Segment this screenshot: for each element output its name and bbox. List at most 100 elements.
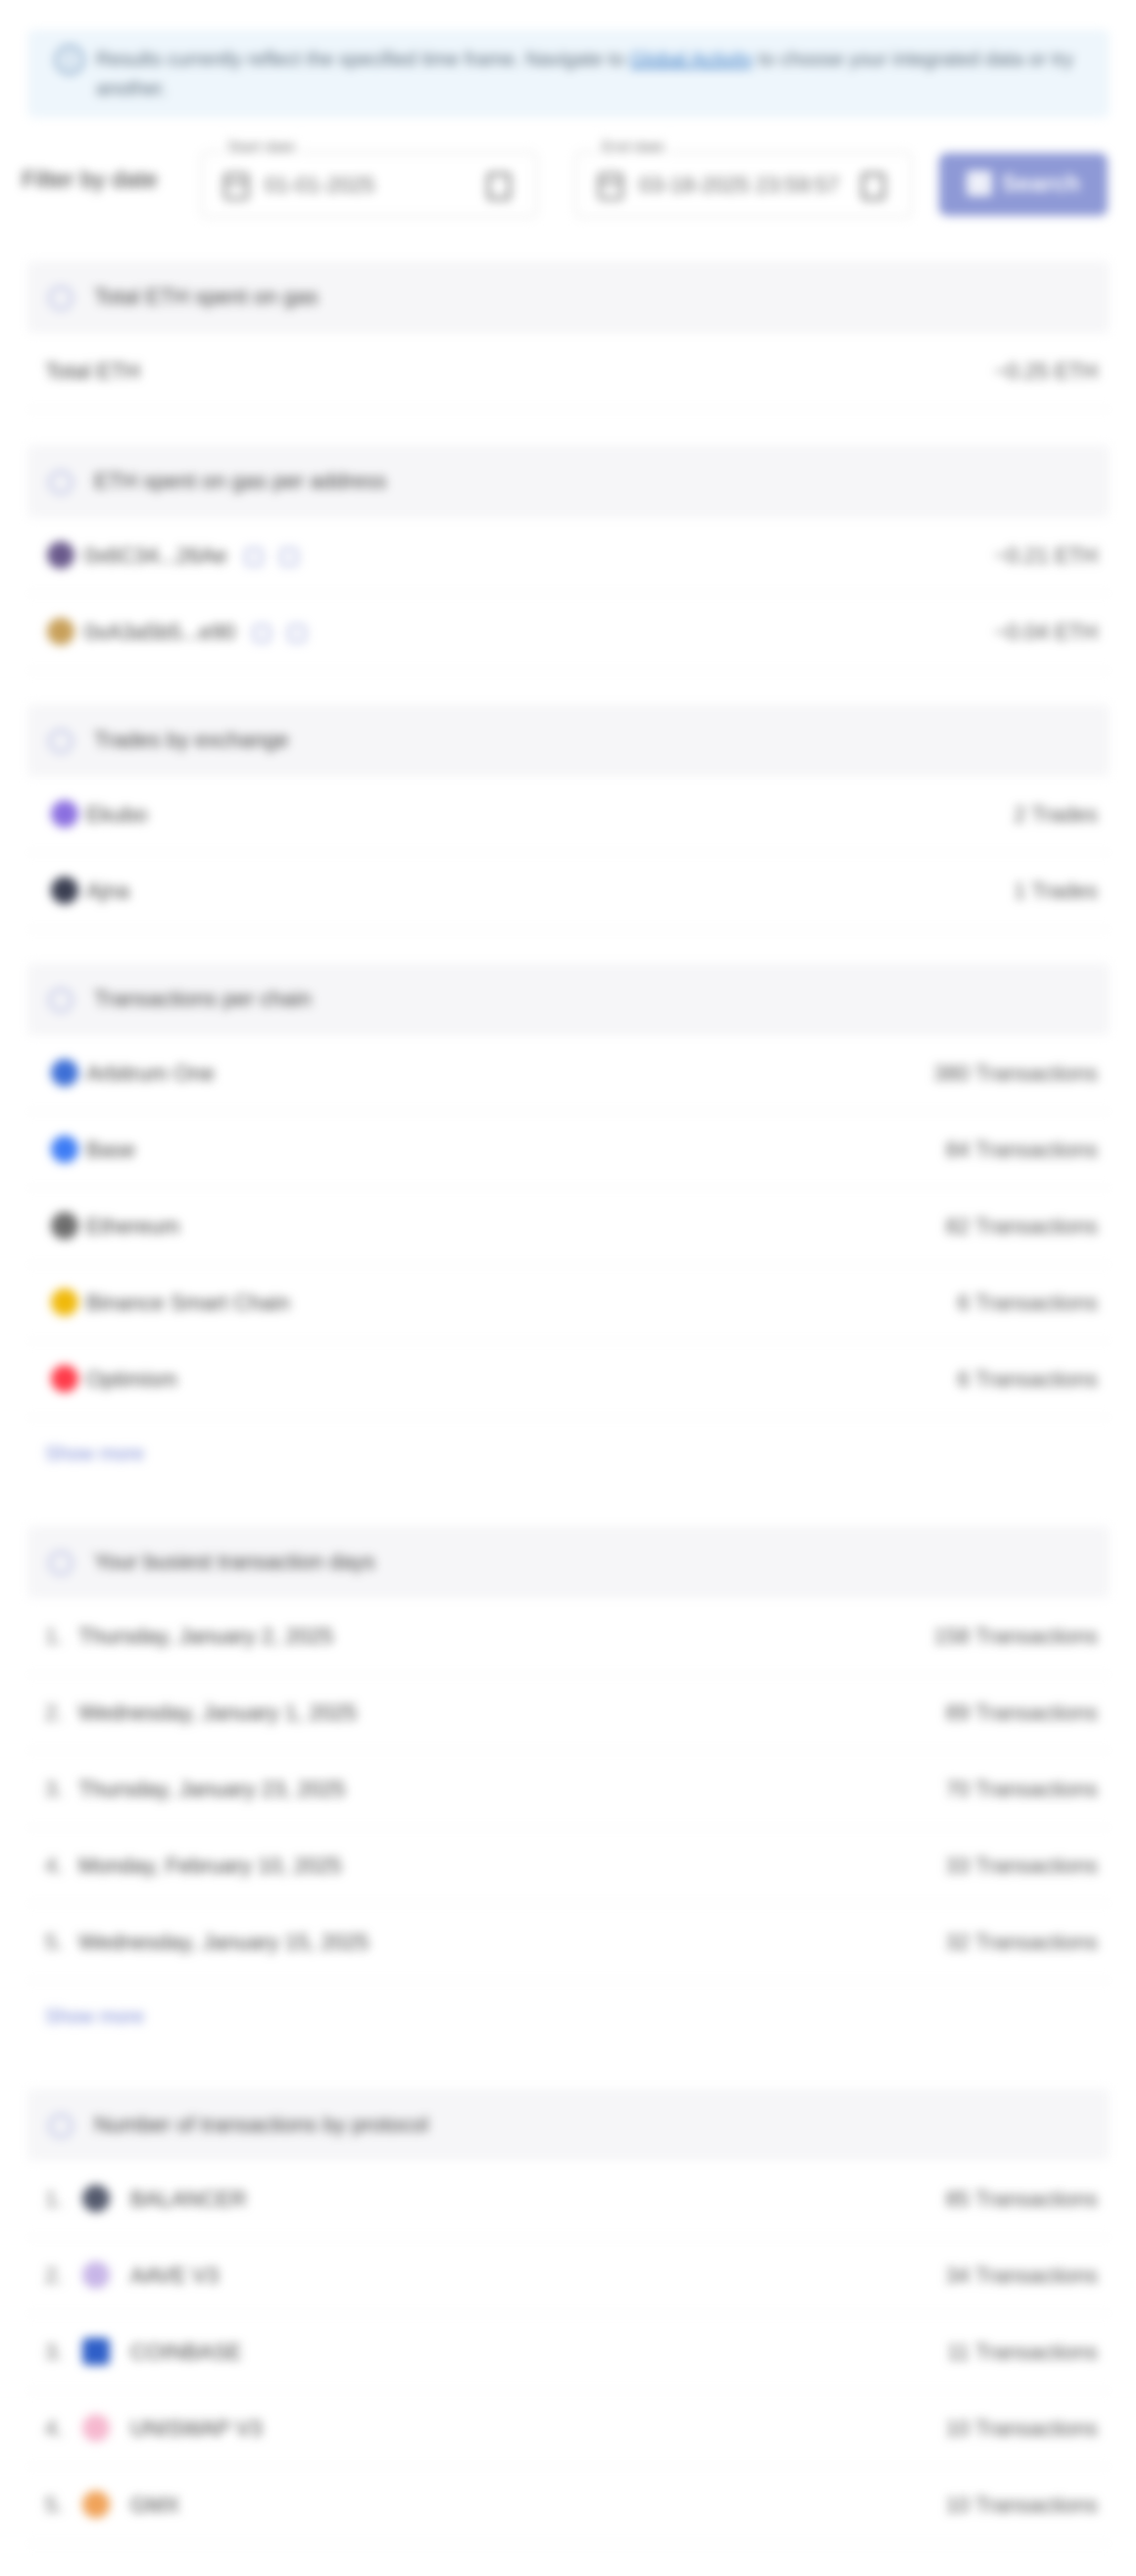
row-value: 158 Transactions bbox=[933, 1624, 1098, 1648]
search-button[interactable]: Search bbox=[939, 153, 1108, 216]
search-button-label: Search bbox=[1002, 171, 1081, 197]
row-value: 6 Transactions bbox=[957, 1367, 1098, 1391]
coinbase-icon bbox=[82, 2338, 110, 2365]
section-header: Trades by exchange bbox=[27, 704, 1110, 777]
protocol-icon bbox=[49, 2114, 73, 2138]
row-value: 380 Transactions bbox=[933, 1061, 1098, 1086]
calendar-icon bbox=[49, 1551, 73, 1575]
address-label: 0x6C34...26Ae bbox=[84, 543, 227, 568]
row-label: Wednesday, January 15, 2025 bbox=[78, 1930, 370, 1954]
row-label: Ajna bbox=[86, 879, 130, 903]
gas-icon bbox=[49, 471, 73, 494]
ajna-icon bbox=[51, 877, 78, 904]
start-date-field[interactable]: Start date 01-01-2025 bbox=[200, 139, 538, 218]
bsc-icon bbox=[51, 1288, 78, 1316]
row-value: 1 Trades bbox=[1013, 879, 1098, 903]
protocols-section: Number of transactions by protocol 1. BA… bbox=[27, 2089, 1110, 2544]
section-header: Total ETH spent on gas bbox=[27, 261, 1110, 333]
section-title: Transactions per chain bbox=[94, 986, 312, 1011]
rank: 2. bbox=[45, 2263, 64, 2288]
uniswap-icon bbox=[82, 2414, 110, 2442]
row-label: Binance Smart Chain bbox=[86, 1290, 290, 1315]
row-label: UNISWAP V3 bbox=[130, 2416, 263, 2441]
end-date-value: 03-18-2025 23:59:57 bbox=[639, 173, 840, 197]
copy-icon[interactable] bbox=[253, 625, 272, 643]
rank: 5. bbox=[45, 2493, 64, 2517]
list-item: 3. COINBASE 11 Transactions bbox=[27, 2314, 1110, 2391]
list-item: 1. BALANCER 85 Transactions bbox=[27, 2161, 1110, 2238]
list-item: Optimism 6 Transactions bbox=[27, 1341, 1110, 1418]
tx-chain-section: Transactions per chain Arbitrum One 380 … bbox=[27, 963, 1110, 1490]
row-value: 10 Transactions bbox=[945, 2416, 1098, 2441]
rank: 1. bbox=[45, 1624, 64, 1648]
section-title: Number of transactions by protocol bbox=[94, 2112, 429, 2137]
gas-per-address-section: ETH spent on gas per address 0x6C34...26… bbox=[27, 445, 1110, 671]
gas-icon bbox=[49, 286, 73, 310]
calendar-icon bbox=[223, 173, 249, 200]
start-date-value: 01-01-2025 bbox=[265, 173, 375, 197]
copy-icon[interactable] bbox=[244, 548, 263, 567]
trades-section: Trades by exchange Ekubo 2 Trades Ajna 1… bbox=[27, 704, 1110, 930]
rank: 2. bbox=[45, 1700, 64, 1725]
row-value: 34 Transactions bbox=[945, 2263, 1098, 2288]
base-icon bbox=[51, 1136, 78, 1163]
list-item: 0xA3a5b5...e90 ~0.04 ETH bbox=[27, 594, 1110, 671]
info-icon: i bbox=[55, 45, 84, 75]
show-more-link[interactable]: Show more bbox=[27, 1981, 1110, 2053]
row-label: Base bbox=[86, 1137, 136, 1162]
arbitrum-icon bbox=[51, 1059, 78, 1086]
list-item: 0x6C34...26Ae ~0.21 ETH bbox=[27, 518, 1110, 594]
list-item: Arbitrum One 380 Transactions bbox=[27, 1035, 1110, 1112]
row-label: AAVE V3 bbox=[130, 2263, 220, 2288]
row-value: 6 Transactions bbox=[957, 1290, 1098, 1315]
list-item: Ekubo 2 Trades bbox=[27, 777, 1110, 853]
row-value: 70 Transactions bbox=[945, 1777, 1098, 1801]
row-value: 82 Transactions bbox=[945, 1214, 1098, 1238]
rank: 4. bbox=[45, 2416, 64, 2441]
end-date-legend: End date bbox=[598, 139, 669, 157]
row-value: 32 Transactions bbox=[945, 1930, 1098, 1954]
filter-label: Filter by date bbox=[22, 167, 158, 193]
row-value: ~0.04 ETH bbox=[994, 620, 1098, 644]
exchange-icon bbox=[49, 730, 73, 753]
ekubo-icon bbox=[51, 800, 78, 828]
row-value: ~0.25 ETH bbox=[994, 359, 1098, 383]
global-activity-link[interactable]: Global Activity bbox=[630, 49, 754, 71]
wallet-avatar bbox=[47, 618, 74, 645]
show-more-link[interactable]: Show more bbox=[27, 1418, 1110, 1490]
list-item: Total ETH ~0.25 ETH bbox=[27, 333, 1110, 410]
external-link-icon[interactable] bbox=[279, 548, 298, 567]
clear-date-icon[interactable] bbox=[487, 173, 511, 200]
list-item: Ethereum 82 Transactions bbox=[27, 1188, 1110, 1265]
row-value: 2 Trades bbox=[1013, 802, 1098, 827]
start-date-legend: Start date bbox=[223, 139, 300, 157]
list-item: 2. Wednesday, January 1, 2025 89 Transac… bbox=[27, 1675, 1110, 1751]
row-label: Ekubo bbox=[86, 802, 148, 827]
list-item: 5. GMX 10 Transactions bbox=[27, 2467, 1110, 2544]
row-label: BALANCER bbox=[130, 2187, 247, 2211]
list-item: 1. Thursday, January 2, 2025 158 Transac… bbox=[27, 1598, 1110, 1675]
list-item: 2. AAVE V3 34 Transactions bbox=[27, 2238, 1110, 2314]
row-value: 84 Transactions bbox=[945, 1137, 1098, 1162]
row-label: COINBASE bbox=[130, 2340, 242, 2364]
rank: 4. bbox=[45, 1853, 64, 1878]
balancer-icon bbox=[82, 2185, 110, 2212]
rank: 5. bbox=[45, 1930, 64, 1954]
section-header: Number of transactions by protocol bbox=[27, 2089, 1110, 2161]
section-title: Trades by exchange bbox=[94, 728, 289, 752]
gas-total-section: Total ETH spent on gas Total ETH ~0.25 E… bbox=[27, 261, 1110, 410]
section-header: Your busiest transaction days bbox=[27, 1526, 1110, 1598]
list-item: Binance Smart Chain 6 Transactions bbox=[27, 1265, 1110, 1341]
section-title: Total ETH spent on gas bbox=[94, 284, 319, 309]
section-header: ETH spent on gas per address bbox=[27, 445, 1110, 518]
page: i Results currently reflect the specifie… bbox=[0, 0, 1136, 2576]
row-value: ~0.21 ETH bbox=[994, 543, 1098, 568]
end-date-field[interactable]: End date 03-18-2025 23:59:57 bbox=[574, 139, 913, 218]
info-alert: i Results currently reflect the specifie… bbox=[27, 29, 1110, 118]
row-value: 85 Transactions bbox=[945, 2187, 1098, 2211]
address-label: 0xA3a5b5...e90 bbox=[84, 620, 236, 644]
busiest-days-section: Your busiest transaction days 1. Thursda… bbox=[27, 1526, 1110, 2053]
rank: 3. bbox=[45, 2340, 64, 2364]
external-link-icon[interactable] bbox=[288, 625, 307, 643]
clear-date-icon[interactable] bbox=[862, 173, 885, 200]
